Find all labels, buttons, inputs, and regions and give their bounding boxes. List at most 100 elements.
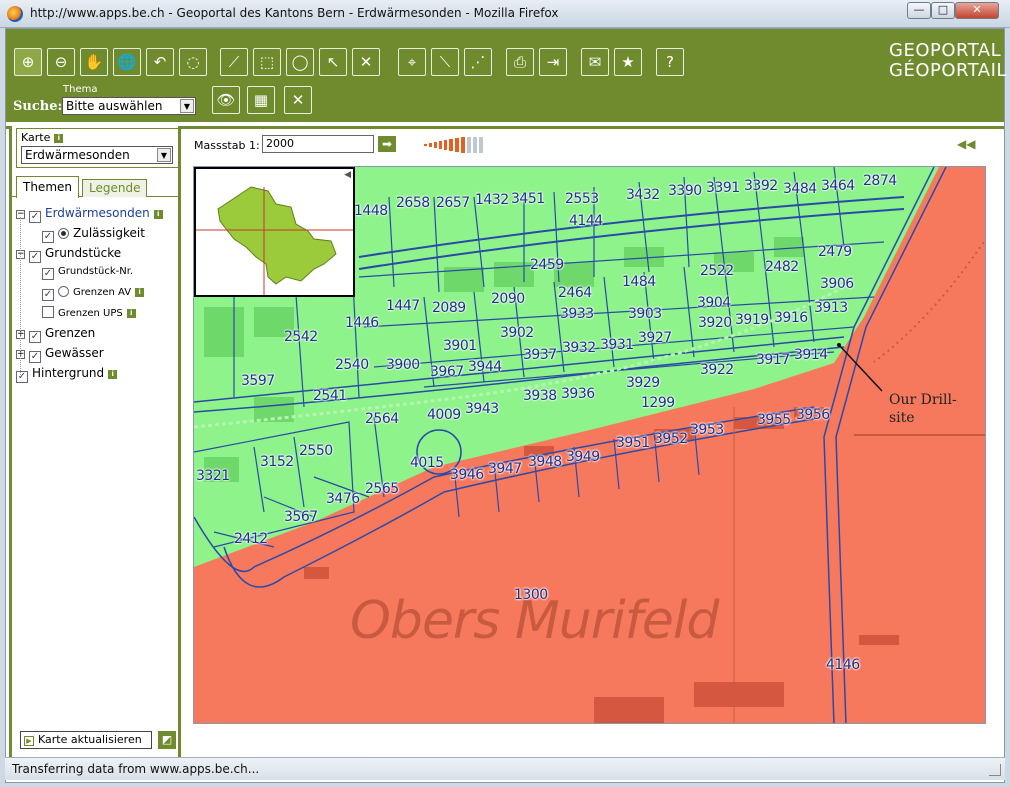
parcel-number[interactable]: 3933 xyxy=(560,306,594,322)
layer-label[interactable]: Zulässigkeit xyxy=(73,226,145,240)
parcel-number[interactable]: 2464 xyxy=(558,285,592,301)
parcel-number[interactable]: 3938 xyxy=(523,388,557,404)
measure-tool[interactable]: ⟋ xyxy=(220,48,248,76)
search-table-tool[interactable]: ▦ xyxy=(247,86,275,114)
layer-label[interactable]: Erdwärmesonden xyxy=(45,206,150,220)
parcel-number[interactable]: 2089 xyxy=(432,300,466,316)
print-tool[interactable]: ⎙ xyxy=(506,48,534,76)
parcel-number[interactable]: 3919 xyxy=(735,312,769,328)
parcel-number[interactable]: 3927 xyxy=(638,330,672,346)
parcel-number[interactable]: 3464 xyxy=(821,178,855,194)
select-polygon-tool[interactable]: ↖ xyxy=(319,48,347,76)
parcel-number[interactable]: 3914 xyxy=(794,347,828,363)
tab-themen[interactable]: Themen xyxy=(16,176,79,198)
parcel-number[interactable]: 3903 xyxy=(628,306,662,322)
layer-checkbox[interactable] xyxy=(42,306,54,318)
parcel-number[interactable]: 2522 xyxy=(700,263,734,279)
parcel-number[interactable]: 3943 xyxy=(465,401,499,417)
parcel-number[interactable]: 3955 xyxy=(757,412,791,428)
select-circle-tool[interactable]: ◯ xyxy=(286,48,314,76)
clear-selection-tool[interactable]: ✕ xyxy=(352,48,380,76)
info-icon[interactable]: i xyxy=(126,309,136,318)
parcel-number[interactable]: 2090 xyxy=(491,291,525,307)
info-icon[interactable]: i xyxy=(135,288,145,297)
parcel-number[interactable]: 1448 xyxy=(354,203,388,219)
parcel-number[interactable]: 3906 xyxy=(820,276,854,292)
close-button[interactable]: ✕ xyxy=(955,2,999,19)
map-view[interactable]: 1448 2658 2657 1432 3451 2553 4144 3432 3390 3391… xyxy=(193,166,986,724)
chevron-down-icon[interactable]: ▼ xyxy=(157,148,171,162)
layer-label[interactable]: Grenzen xyxy=(45,326,95,340)
measure-area-tool[interactable]: ⋰ xyxy=(464,48,492,76)
info-icon[interactable]: i xyxy=(153,210,163,219)
parcel-number[interactable]: 3902 xyxy=(500,325,534,341)
parcel-number[interactable]: 3922 xyxy=(700,362,734,378)
parcel-number[interactable]: 3901 xyxy=(443,338,477,354)
bookmark-tool[interactable]: ★ xyxy=(614,48,642,76)
parcel-number[interactable]: 3929 xyxy=(626,375,660,391)
parcel-number[interactable]: 2657 xyxy=(436,195,470,211)
layer-label[interactable]: Hintergrund xyxy=(32,366,104,380)
parcel-number[interactable]: 2658 xyxy=(396,195,430,211)
minimize-button[interactable]: — xyxy=(907,2,931,19)
parcel-number[interactable]: 3937 xyxy=(523,347,557,363)
parcel-number[interactable]: 3967 xyxy=(430,364,464,380)
parcel-number[interactable]: 2874 xyxy=(863,173,897,189)
parcel-number[interactable]: 3920 xyxy=(698,315,732,331)
layer-label[interactable]: Grundstücke xyxy=(45,246,121,260)
info-icon[interactable]: i xyxy=(108,370,118,379)
parcel-number[interactable]: 3932 xyxy=(562,340,596,356)
layer-checkbox[interactable]: ✓ xyxy=(29,251,41,263)
search-clear-tool[interactable]: ✕ xyxy=(284,86,312,114)
parcel-number[interactable]: 3152 xyxy=(260,454,294,470)
layer-checkbox[interactable]: ✓ xyxy=(42,268,54,280)
parcel-number[interactable]: 3484 xyxy=(783,181,817,197)
parcel-number[interactable]: 3956 xyxy=(796,407,830,423)
parcel-number[interactable]: 2459 xyxy=(530,257,564,273)
layer-checkbox[interactable]: ✓ xyxy=(29,351,41,363)
karte-select[interactable]: Erdwärmesonden ▼ xyxy=(21,146,173,164)
select-rectangle-tool[interactable]: ⬚ xyxy=(253,48,281,76)
parcel-number[interactable]: 3476 xyxy=(326,491,360,507)
parcel-number[interactable]: 2540 xyxy=(335,357,369,373)
thema-select[interactable]: Bitte auswählen ▼ xyxy=(62,97,196,115)
parcel-number[interactable]: 3900 xyxy=(386,357,420,373)
parcel-number[interactable]: 3392 xyxy=(744,178,778,194)
pan-tool[interactable]: ✋ xyxy=(80,48,108,76)
layer-checkbox[interactable]: ✓ xyxy=(42,231,54,243)
parcel-number[interactable]: 3947 xyxy=(488,461,522,477)
chevron-down-icon[interactable]: ▼ xyxy=(180,99,194,113)
parcel-number[interactable]: 3936 xyxy=(561,386,595,402)
zoom-out-tool[interactable]: ⊖ xyxy=(47,48,75,76)
parcel-number[interactable]: 4144 xyxy=(569,213,603,229)
tab-legende[interactable]: Legende xyxy=(82,179,148,197)
update-map-button[interactable]: ▶ Karte aktualisieren xyxy=(20,731,152,749)
measure-distance-tool[interactable]: ⟍ xyxy=(431,48,459,76)
help-tool[interactable]: ? xyxy=(656,48,684,76)
parcel-number[interactable]: 3390 xyxy=(668,183,702,199)
layer-radio[interactable] xyxy=(58,228,69,239)
layer-checkbox[interactable]: ✓ xyxy=(29,211,41,223)
parcel-number[interactable]: 4015 xyxy=(410,455,444,471)
full-extent-tool[interactable]: 🌐 xyxy=(113,48,141,76)
massstab-input[interactable]: 2000 xyxy=(262,135,374,153)
parcel-number[interactable]: 3949 xyxy=(566,449,600,465)
parcel-number[interactable]: 1446 xyxy=(345,315,379,331)
layers-icon[interactable]: ◩ xyxy=(158,731,176,749)
parcel-number[interactable]: 3917 xyxy=(756,352,790,368)
info-icon[interactable]: i xyxy=(54,134,64,143)
parcel-number[interactable]: 3451 xyxy=(511,191,545,207)
parcel-number[interactable]: 2542 xyxy=(284,329,318,345)
parcel-number[interactable]: 2479 xyxy=(818,244,852,260)
parcel-number[interactable]: 2550 xyxy=(299,443,333,459)
parcel-number[interactable]: 3916 xyxy=(774,310,808,326)
parcel-number[interactable]: 2541 xyxy=(313,388,347,404)
layer-checkbox[interactable]: ✓ xyxy=(16,371,28,383)
zoom-scale-slider[interactable] xyxy=(424,137,488,153)
parcel-number[interactable]: 3597 xyxy=(241,373,275,389)
coordinate-tool[interactable]: ⌖ xyxy=(398,48,426,76)
overview-map[interactable]: ◀ xyxy=(194,167,355,297)
parcel-number[interactable]: 3391 xyxy=(706,180,740,196)
layer-radio[interactable] xyxy=(58,286,69,297)
layer-label[interactable]: Gewässer xyxy=(45,346,104,360)
